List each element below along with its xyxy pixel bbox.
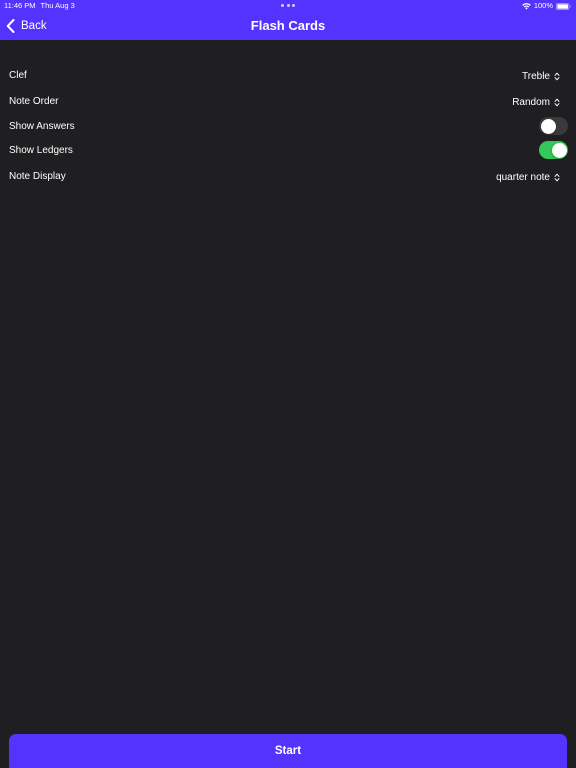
clef-label: Clef — [9, 70, 27, 81]
note-display-value: quarter note — [496, 171, 550, 183]
clef-value: Treble — [522, 70, 550, 82]
show-answers-label: Show Answers — [9, 121, 75, 132]
setting-row-clef: Clef Treble — [0, 64, 576, 88]
battery-icon — [556, 2, 571, 10]
setting-row-note-order: Note Order Random — [0, 90, 576, 114]
note-order-picker[interactable]: Random — [512, 90, 560, 114]
toggle-knob — [540, 118, 556, 134]
clef-picker[interactable]: Treble — [522, 64, 560, 88]
page-title: Flash Cards — [250, 18, 326, 33]
note-order-label: Note Order — [9, 96, 59, 107]
setting-row-show-ledgers: Show Ledgers — [0, 139, 576, 163]
show-ledgers-label: Show Ledgers — [9, 145, 73, 156]
more-dots-icon[interactable] — [281, 4, 295, 8]
status-bar-right: 100% — [522, 1, 571, 11]
show-answers-toggle[interactable] — [539, 117, 568, 135]
show-ledgers-toggle[interactable] — [539, 141, 568, 159]
setting-row-note-display: Note Display quarter note — [0, 165, 576, 189]
status-date: Thu Aug 3 — [40, 1, 75, 10]
note-display-label: Note Display — [9, 171, 66, 182]
setting-row-show-answers: Show Answers — [0, 115, 576, 139]
chevron-up-down-icon — [554, 173, 560, 181]
note-order-value: Random — [512, 96, 550, 108]
start-button[interactable]: Start — [9, 734, 567, 768]
battery-percent: 100% — [533, 1, 553, 10]
wifi-icon — [522, 2, 531, 9]
note-display-picker[interactable]: quarter note — [496, 165, 560, 189]
toggle-knob — [551, 142, 567, 158]
status-time: 11:46 PM — [4, 1, 36, 10]
chevron-up-down-icon — [554, 72, 560, 80]
status-bar-left: 11:46 PM Thu Aug 3 — [4, 1, 80, 11]
chevron-up-down-icon — [554, 98, 560, 106]
nav-bar: 11:46 PM Thu Aug 3 100% Back Flash Cards — [0, 0, 576, 40]
